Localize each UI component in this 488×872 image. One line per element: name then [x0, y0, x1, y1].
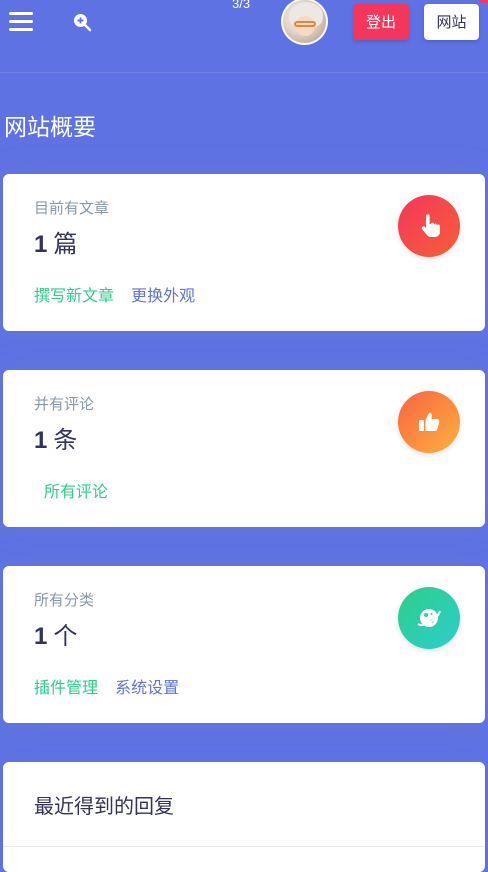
- zoom-in-icon[interactable]: [72, 12, 92, 32]
- notification-indicator: [480, 0, 488, 3]
- change-theme-link[interactable]: 更换外观: [131, 286, 195, 305]
- comments-count: 1条: [34, 420, 77, 455]
- page-counter: 3/3: [232, 0, 251, 11]
- comments-icon-badge: [398, 391, 460, 453]
- divider: [3, 846, 485, 847]
- all-comments-link[interactable]: 所有评论: [44, 482, 108, 501]
- planet-icon: [417, 609, 441, 627]
- comments-card: 并有评论 1条 所有评论: [3, 370, 485, 527]
- categories-count-unit: 个: [53, 622, 78, 650]
- thumbs-up-icon: [419, 412, 440, 431]
- site-button[interactable]: 网站: [424, 4, 479, 40]
- comments-label: 并有评论: [34, 395, 95, 413]
- articles-count: 1篇: [34, 224, 77, 259]
- logout-button[interactable]: 登出: [353, 4, 409, 40]
- categories-count-number: 1: [34, 623, 48, 650]
- articles-icon-badge: [398, 195, 460, 257]
- page-title: 网站概要: [4, 115, 96, 141]
- articles-count-unit: 篇: [53, 230, 78, 258]
- comments-count-unit: 条: [53, 426, 78, 454]
- top-navbar: 3/3 登出 网站: [0, 0, 488, 73]
- write-new-article-link[interactable]: 撰写新文章: [34, 286, 114, 305]
- recent-replies-heading: 最近得到的回复: [34, 794, 174, 818]
- articles-links: 撰写新文章 更换外观: [34, 282, 207, 306]
- user-avatar[interactable]: [281, 0, 328, 45]
- comments-links: 所有评论: [44, 478, 120, 502]
- system-settings-link[interactable]: 系统设置: [115, 678, 179, 697]
- hand-pointer-icon: [421, 214, 441, 237]
- categories-card: 所有分类 1个 插件管理 系统设置: [3, 566, 485, 723]
- categories-label: 所有分类: [34, 591, 95, 609]
- plugin-management-link[interactable]: 插件管理: [34, 678, 98, 697]
- categories-count: 1个: [34, 616, 77, 651]
- categories-links: 插件管理 系统设置: [34, 674, 191, 698]
- comments-count-number: 1: [34, 427, 48, 454]
- hamburger-menu-icon[interactable]: [9, 12, 33, 32]
- articles-card: 目前有文章 1篇 撰写新文章 更换外观: [3, 174, 485, 331]
- articles-label: 目前有文章: [34, 199, 110, 217]
- articles-count-number: 1: [34, 231, 48, 258]
- categories-icon-badge: [398, 587, 460, 649]
